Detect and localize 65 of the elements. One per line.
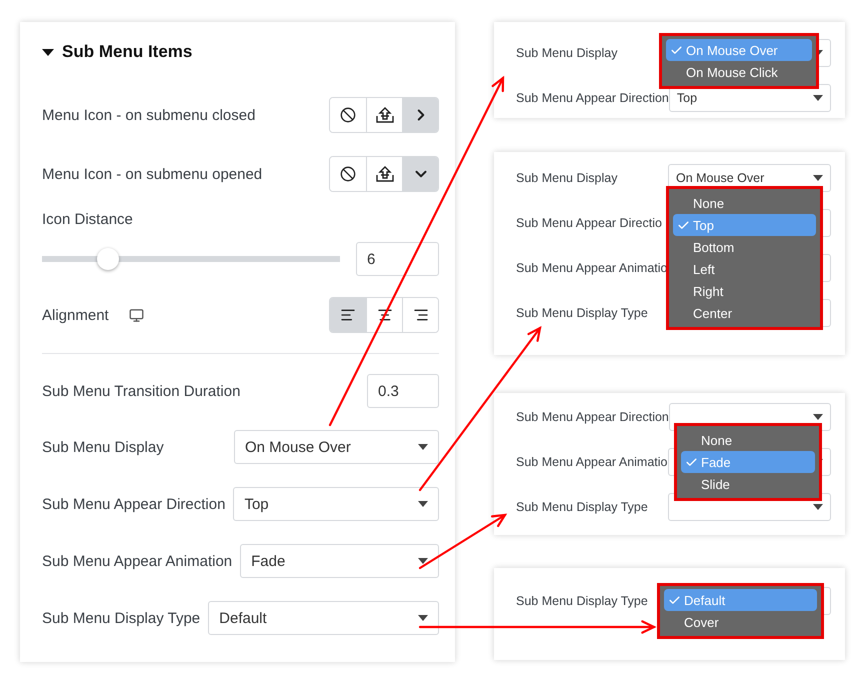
select-field[interactable]: On Mouse Over xyxy=(234,430,439,464)
check-icon xyxy=(670,44,683,56)
check-icon xyxy=(668,594,681,606)
field-label: Sub Menu Display Type xyxy=(42,610,200,626)
field-label: Icon Distance xyxy=(42,210,133,228)
upload-icon xyxy=(376,107,394,123)
field-label: Sub Menu Transition Duration xyxy=(42,382,240,400)
upload-icon xyxy=(376,166,394,182)
field-label: Sub Menu Display xyxy=(516,46,618,60)
menu-option[interactable]: Center xyxy=(673,302,816,324)
number-field[interactable]: 6 xyxy=(356,242,439,276)
field-label: Sub Menu Appear Directio xyxy=(516,216,662,230)
field-label: Sub Menu Display Type xyxy=(516,500,648,514)
align-center-icon xyxy=(376,307,392,323)
caret-icon xyxy=(418,558,428,564)
caret-icon xyxy=(418,444,428,450)
caret-icon xyxy=(813,174,823,180)
menu-option[interactable]: Fade xyxy=(681,451,815,473)
menu-option[interactable]: On Mouse Click xyxy=(666,61,812,83)
menu-option[interactable]: None xyxy=(681,429,815,451)
field-label: Sub Menu Appear Animatio xyxy=(516,454,668,468)
field-label: Menu Icon - on submenu opened xyxy=(42,166,262,182)
menu-option[interactable]: On Mouse Over xyxy=(666,39,812,61)
align-right-icon xyxy=(412,307,428,323)
menu-option[interactable]: Left xyxy=(673,258,816,280)
menu-option[interactable]: Cover xyxy=(664,611,817,633)
check-icon xyxy=(685,456,698,468)
caret-icon xyxy=(418,501,428,507)
select-field[interactable]: Top xyxy=(233,487,439,521)
section-title: Sub Menu Items xyxy=(62,42,192,62)
caret-icon xyxy=(813,504,823,510)
select-field[interactable]: Fade xyxy=(240,544,439,578)
caret-icon xyxy=(813,414,823,420)
field-label: Menu Icon - on submenu closed xyxy=(42,106,256,124)
menu-option[interactable]: Right xyxy=(673,280,816,302)
select-field[interactable]: Default xyxy=(208,601,439,635)
slider-thumb[interactable] xyxy=(96,248,119,270)
field-label: Sub Menu Display Type xyxy=(516,306,648,320)
check-icon xyxy=(677,218,690,232)
field-label: Sub Menu Appear Direction xyxy=(516,90,669,104)
number-field[interactable]: 0.3 xyxy=(367,374,439,408)
none-icon xyxy=(340,107,356,123)
menu-option[interactable]: Slide xyxy=(681,473,815,495)
field-label: Sub Menu Appear Animation xyxy=(42,552,232,570)
alignment-button[interactable] xyxy=(330,298,366,332)
field-label: Alignment xyxy=(42,306,109,324)
none-icon xyxy=(340,166,356,182)
menu-option[interactable]: Bottom xyxy=(673,236,816,258)
caret-icon xyxy=(813,94,823,100)
field-label: Sub Menu Display xyxy=(42,438,164,456)
field-label: Sub Menu Appear Direction xyxy=(42,496,226,512)
icon-choice-button[interactable] xyxy=(402,157,438,191)
menu-option[interactable]: None xyxy=(673,192,816,214)
align-left-icon xyxy=(340,307,356,323)
caret-icon xyxy=(418,615,428,621)
field-label: Sub Menu Display xyxy=(516,170,618,184)
menu-option[interactable]: Top xyxy=(673,214,816,236)
monitor-icon[interactable] xyxy=(128,308,144,322)
icon-choice-button[interactable] xyxy=(402,98,438,132)
field-label: Sub Menu Display Type xyxy=(516,594,648,608)
alignment-button[interactable] xyxy=(402,298,438,332)
menu-option[interactable]: Default xyxy=(664,589,817,611)
collapse-caret-icon[interactable] xyxy=(42,48,54,56)
field-label: Sub Menu Appear Direction xyxy=(516,410,669,424)
field-label: Sub Menu Appear Animatio xyxy=(516,260,668,274)
